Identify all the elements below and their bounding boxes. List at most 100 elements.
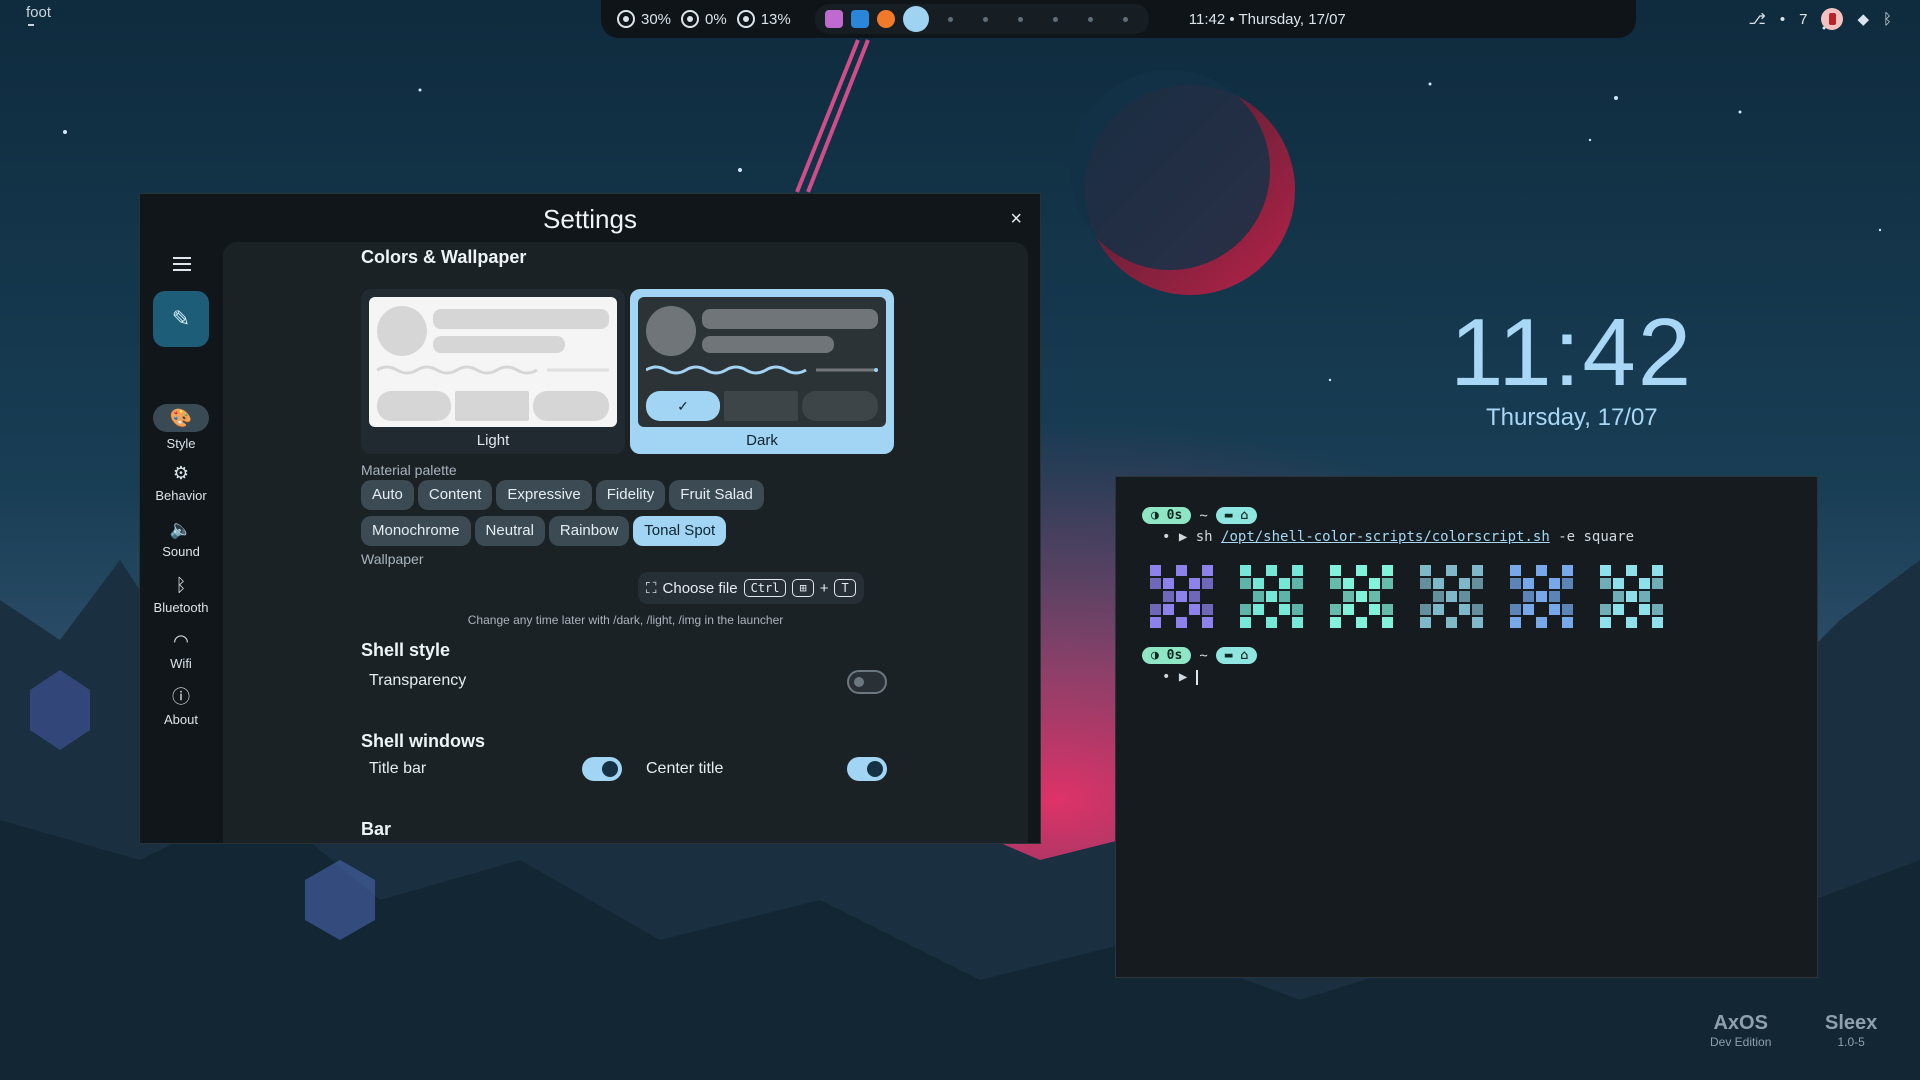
color-square	[1446, 617, 1457, 628]
color-square	[1382, 617, 1393, 628]
bluetooth-tray-icon[interactable]: ᛒ	[1883, 11, 1892, 28]
color-square	[1600, 617, 1611, 628]
workspace-dot[interactable]	[1087, 16, 1093, 22]
color-square	[1639, 578, 1650, 589]
palette-chip-monochrome[interactable]: Monochrome	[361, 516, 471, 546]
workspace-active[interactable]	[902, 6, 929, 32]
section-shell-windows: Shell windows	[361, 731, 486, 751]
palette-label: Material palette	[361, 462, 457, 478]
color-square	[1382, 578, 1393, 589]
vscode-icon[interactable]	[850, 10, 869, 28]
palette-chip-fruit-salad[interactable]: Fruit Salad	[669, 480, 764, 510]
firefox-icon[interactable]	[876, 10, 895, 28]
wifi-icon: ◠	[173, 631, 189, 651]
sidebar-item-bluetooth[interactable]: ᛒ Bluetooth	[140, 574, 222, 615]
swap-icon	[681, 10, 700, 28]
palette-chip-tonal-spot[interactable]: Tonal Spot	[633, 516, 727, 546]
color-square	[1343, 604, 1354, 615]
palette-chip-neutral[interactable]: Neutral	[474, 516, 545, 546]
palette-chip-content[interactable]: Content	[417, 480, 493, 510]
color-square	[1202, 578, 1213, 589]
palette-chip-fidelity[interactable]: Fidelity	[595, 480, 666, 510]
color-square	[1202, 565, 1213, 576]
sidebar-item-about[interactable]: ⓘ About	[140, 686, 222, 727]
color-square	[1292, 604, 1303, 615]
menu-icon[interactable]	[173, 257, 191, 275]
cmd-prefix: sh	[1195, 529, 1213, 545]
color-square	[1510, 578, 1521, 589]
prompt-tilde: ~	[1199, 647, 1208, 664]
title-bar-label: Title bar	[369, 760, 427, 777]
command-line: • ▶ sh /opt/shell-color-scripts/colorscr…	[1162, 529, 1634, 545]
wallpaper-label: Wallpaper	[361, 551, 424, 567]
sidebar-item-wifi[interactable]: ◠ Wifi	[140, 630, 222, 671]
swap-value: 0%	[705, 10, 727, 28]
workspace-dot[interactable]	[947, 16, 953, 22]
color-square	[1163, 604, 1174, 615]
theme-light-label: Light	[476, 432, 510, 449]
settings-app-icon[interactable]	[824, 10, 843, 28]
palette-chip-expressive[interactable]: Expressive	[496, 480, 592, 510]
workspace-dot[interactable]	[982, 16, 988, 22]
palette-chip-auto[interactable]: Auto	[361, 480, 414, 510]
ram-stat[interactable]: 13%	[736, 10, 791, 28]
theme-light-card[interactable]: Light	[361, 289, 625, 454]
wifi-tray-icon[interactable]: ◆	[1857, 10, 1869, 28]
prompt-line: ◑ 0s ~ ▬ ⌂	[1142, 647, 1258, 664]
color-square	[1626, 617, 1637, 628]
network-icon[interactable]: ⎇	[1749, 10, 1766, 28]
color-square	[1472, 565, 1483, 576]
choose-file-label: Choose file	[662, 579, 738, 597]
palette-row-2: Monochrome Neutral Rainbow Tonal Spot	[361, 516, 727, 546]
color-square	[1510, 604, 1521, 615]
cmd-path[interactable]: /opt/shell-color-scripts/colorscript.sh	[1221, 529, 1550, 545]
swap-stat[interactable]: 0%	[681, 10, 727, 28]
color-square	[1523, 591, 1534, 602]
theme-dark-card[interactable]: ✓ Dark	[630, 289, 894, 454]
choose-file-button[interactable]: ⛶ Choose file Ctrl ⊞ + T	[638, 572, 864, 604]
color-square	[1433, 604, 1444, 615]
cpu-icon	[617, 10, 635, 28]
workspace-dot[interactable]	[1017, 16, 1023, 22]
color-square	[1343, 591, 1354, 602]
settings-window: Settings × ✎ 🎨 Style ⚙ Behavior 🔈 Sound ᛒ Bl…	[139, 193, 1041, 844]
color-square	[1356, 617, 1367, 628]
center-title-label: Center title	[646, 760, 724, 777]
speaker-icon: 🔈	[169, 519, 193, 539]
sidebar-item-sound[interactable]: 🔈 Sound	[140, 518, 222, 559]
check-icon: ✓	[646, 391, 720, 421]
folder-home-icon: ▬ ⌂	[1215, 647, 1258, 664]
workspace-dot[interactable]	[1052, 16, 1058, 22]
transparency-label: Transparency	[369, 672, 467, 689]
close-button[interactable]: ×	[1010, 208, 1022, 231]
color-square	[1189, 591, 1200, 602]
color-square	[1176, 617, 1187, 628]
color-square	[1420, 565, 1431, 576]
cpu-stat[interactable]: 30%	[617, 10, 671, 28]
topbar-clock[interactable]: 11:42 • Thursday, 17/07	[1189, 11, 1346, 28]
notification-count[interactable]: 7	[1799, 11, 1807, 28]
color-square	[1523, 604, 1534, 615]
title-bar-toggle[interactable]	[582, 757, 622, 781]
center-title-toggle[interactable]	[847, 757, 887, 781]
color-square	[1549, 604, 1560, 615]
sidebar-item-label: Behavior	[155, 488, 207, 503]
transparency-toggle[interactable]	[847, 670, 887, 694]
battery-icon[interactable]	[1821, 8, 1844, 30]
color-square	[1369, 591, 1380, 602]
palette-chip-rainbow[interactable]: Rainbow	[548, 516, 630, 546]
prompt-time-pill: ◑ 0s	[1142, 647, 1192, 664]
settings-content: Colors & Wallpaper Light ✓ Dark Material…	[223, 242, 1028, 843]
terminal-window[interactable]: ◑ 0s ~ ▬ ⌂ • ▶ sh /opt/shell-color-scrip…	[1115, 476, 1818, 978]
theme-dark-label: Dark	[746, 432, 778, 449]
color-square	[1510, 617, 1521, 628]
color-square	[1382, 565, 1393, 576]
active-window-label: foot	[26, 4, 51, 26]
edit-button[interactable]: ✎	[153, 291, 209, 347]
input-line[interactable]: • ▶	[1162, 669, 1198, 685]
sidebar-item-style[interactable]: 🎨 Style	[140, 404, 222, 451]
workspace-dot[interactable]	[1122, 16, 1128, 22]
workspace-bar	[814, 4, 1149, 34]
sidebar-item-behavior[interactable]: ⚙ Behavior	[140, 462, 222, 503]
color-square	[1253, 604, 1264, 615]
